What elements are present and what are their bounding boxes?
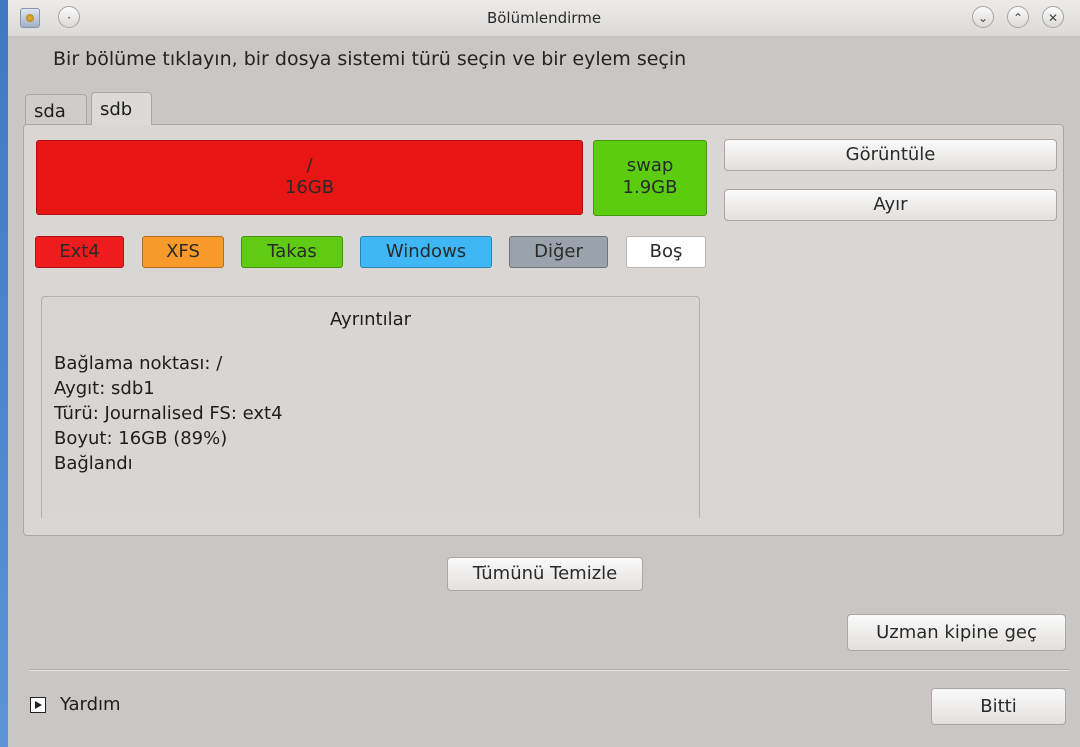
title-bar[interactable]: · Bölümlendirme ⌄ ⌃ ✕ (8, 0, 1080, 37)
unmount-button[interactable]: Ayır (724, 189, 1057, 221)
partition-mount: swap (626, 155, 674, 176)
expand-arrow-icon[interactable] (30, 697, 46, 713)
done-button[interactable]: Bitti (931, 688, 1066, 725)
partition-size: 1.9GB (622, 177, 678, 198)
details-title: Ayrıntılar (329, 309, 412, 330)
close-icon: ✕ (1047, 11, 1059, 25)
details-type: Türü: Journalised FS: ext4 (54, 403, 283, 424)
legend-windows[interactable]: Windows (360, 236, 492, 268)
legend-xfs[interactable]: XFS (142, 236, 224, 268)
minimize-button[interactable]: ⌄ (972, 6, 994, 28)
details-status: Bağlandı (54, 453, 133, 474)
details-size: Boyut: 16GB (89%) (54, 428, 228, 449)
partition-mount: / (306, 155, 313, 176)
help-label[interactable]: Yardım (60, 694, 121, 715)
tab-sda[interactable]: sda (25, 94, 87, 125)
details-box: Ayrıntılar Bağlama noktası: / Aygıt: sdb… (41, 296, 700, 518)
legend-swap[interactable]: Takas (241, 236, 343, 268)
chevron-up-icon: ⌃ (1012, 11, 1024, 25)
partition-swap[interactable]: swap 1.9GB (593, 140, 707, 216)
maximize-button[interactable]: ⌃ (1007, 6, 1029, 28)
expert-mode-button[interactable]: Uzman kipine geç (847, 614, 1066, 651)
tab-sdb[interactable]: sdb (91, 92, 152, 125)
window-title: Bölümlendirme (486, 9, 602, 27)
partition-size: 16GB (284, 177, 335, 198)
view-button[interactable]: Görüntüle (724, 139, 1057, 171)
separator (30, 669, 1070, 671)
chevron-down-icon: ⌄ (977, 11, 989, 25)
partition-root[interactable]: / 16GB (36, 140, 583, 215)
details-mount-point: Bağlama noktası: / (54, 353, 223, 374)
instruction-text: Bir bölüme tıklayın, bir dosya sistemi t… (53, 48, 687, 70)
legend-free[interactable]: Boş (626, 236, 706, 268)
legend-other[interactable]: Diğer (509, 236, 608, 268)
close-button[interactable]: ✕ (1042, 6, 1064, 28)
window-edge (0, 0, 8, 747)
clear-all-button[interactable]: Tümünü Temizle (447, 557, 643, 591)
details-device: Aygıt: sdb1 (54, 378, 155, 399)
legend-ext4[interactable]: Ext4 (35, 236, 124, 268)
